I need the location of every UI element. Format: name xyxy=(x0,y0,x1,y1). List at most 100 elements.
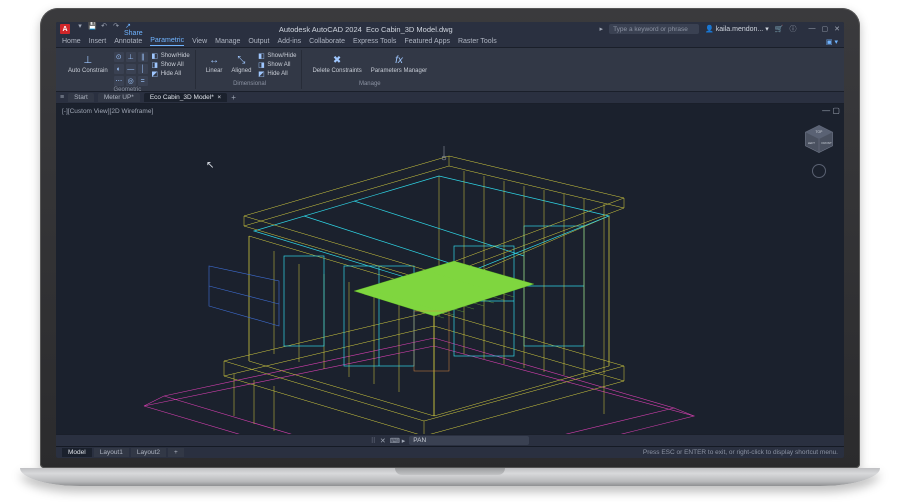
menu-icon[interactable]: ▾ xyxy=(76,22,84,37)
minimize-icon[interactable]: — xyxy=(809,25,816,33)
help-icon[interactable]: ▸ xyxy=(600,25,604,33)
ribbon: ⊥ Auto Constrain ⊙⊥∥ ◐—│ ⋯◎= ◧Show/Hide … xyxy=(56,48,844,92)
dim-showhide-button[interactable]: ◧Show/Hide xyxy=(257,52,296,60)
laptop-base xyxy=(20,468,880,486)
dim-hideall-button[interactable]: ◩Hide All xyxy=(257,70,296,78)
showall-icon: ◨ xyxy=(151,61,159,69)
new-tab-button[interactable]: + xyxy=(231,93,236,102)
showhide-icon: ◧ xyxy=(151,52,159,60)
delete-constraints-button[interactable]: ✖Delete Constraints xyxy=(309,52,364,76)
user-menu[interactable]: 👤 kaila.mendon... ▾ xyxy=(705,25,769,33)
tab-annotate[interactable]: Annotate xyxy=(114,38,142,45)
tab-view[interactable]: View xyxy=(192,38,207,45)
aligned-button[interactable]: ⤡Aligned xyxy=(228,52,254,76)
tab-manage[interactable]: Manage xyxy=(215,38,240,45)
document-tabs: ≡ Start Meter UP* Eco Cabin_3D Model* × … xyxy=(56,92,844,104)
command-grip-icon[interactable]: ⠿ xyxy=(371,437,376,445)
viewport-minimize-icon[interactable]: — ▢ xyxy=(822,106,840,115)
hideall-icon: ◩ xyxy=(151,70,159,78)
tab-raster-tools[interactable]: Raster Tools xyxy=(458,38,497,45)
layout-tab-1[interactable]: Layout1 xyxy=(94,448,129,457)
horizontal-icon[interactable]: — xyxy=(126,64,136,74)
layout-tab-2[interactable]: Layout2 xyxy=(131,448,166,457)
maximize-icon[interactable]: ▢ xyxy=(822,25,829,33)
undo-icon[interactable]: ↶ xyxy=(100,22,108,37)
doc-tab-active[interactable]: Eco Cabin_3D Model* × xyxy=(144,93,227,102)
laptop-frame: A ▾ 💾 ↶ ↷ ↗ Share Autodesk AutoCAD 2024 … xyxy=(40,8,860,494)
tab-collaborate[interactable]: Collaborate xyxy=(309,38,345,45)
concentric-icon[interactable]: ◎ xyxy=(126,76,136,86)
panel-dimensional: ↔Linear ⤡Aligned ◧Show/Hide ◨Show All ◩H… xyxy=(198,50,303,89)
tab-home[interactable]: Home xyxy=(62,38,81,45)
parameters-manager-button[interactable]: fxParameters Manager xyxy=(368,52,430,76)
tab-overflow-icon[interactable]: ▣ ▾ xyxy=(826,38,838,46)
layout-tabs: Model Layout1 Layout2 + xyxy=(62,448,184,457)
command-line[interactable]: ⠿ ✕ ⌨ ▸ PAN xyxy=(56,434,844,446)
aligned-icon: ⤡ xyxy=(234,53,248,67)
close-command-icon[interactable]: ✕ xyxy=(380,437,386,445)
wireframe-model xyxy=(104,116,744,434)
status-bar: Model Layout1 Layout2 + Press ESC or ENT… xyxy=(56,446,844,458)
command-prompt-icon: ⌨ ▸ xyxy=(390,437,406,445)
svg-text:TOP: TOP xyxy=(816,130,824,134)
tab-output[interactable]: Output xyxy=(248,38,269,45)
redo-icon[interactable]: ↷ xyxy=(112,22,120,37)
constrain-icon: ⊥ xyxy=(81,53,95,67)
add-layout-button[interactable]: + xyxy=(168,448,184,457)
tangent-icon[interactable]: ◐ xyxy=(114,64,124,74)
layout-tab-model[interactable]: Model xyxy=(62,448,92,457)
geo-showhide-button[interactable]: ◧Show/Hide xyxy=(151,52,190,60)
perpendicular-icon[interactable]: ⊥ xyxy=(126,52,136,62)
close-icon[interactable]: ✕ xyxy=(834,25,840,33)
nav-wheel-icon[interactable] xyxy=(812,164,826,178)
ribbon-tabs: Home Insert Annotate Parametric View Man… xyxy=(56,36,844,48)
geo-hideall-button[interactable]: ◩Hide All xyxy=(151,70,190,78)
save-icon[interactable]: 💾 xyxy=(88,22,96,37)
showhide-icon: ◧ xyxy=(257,52,265,60)
title-bar: A ▾ 💾 ↶ ↷ ↗ Share Autodesk AutoCAD 2024 … xyxy=(56,22,844,36)
linear-icon: ↔ xyxy=(207,53,221,67)
screen-bezel: A ▾ 💾 ↶ ↷ ↗ Share Autodesk AutoCAD 2024 … xyxy=(40,8,860,468)
panel-manage: ✖Delete Constraints fxParameters Manager… xyxy=(304,50,435,89)
tab-insert[interactable]: Insert xyxy=(89,38,107,45)
tab-express-tools[interactable]: Express Tools xyxy=(353,38,396,45)
command-input[interactable]: PAN xyxy=(409,436,529,445)
window-controls: — ▢ ✕ xyxy=(809,25,841,33)
viewport-label[interactable]: [-][Custom View][2D Wireframe] xyxy=(62,108,153,115)
vertical-icon[interactable]: │ xyxy=(138,64,148,74)
panel-geometric: ⊥ Auto Constrain ⊙⊥∥ ◐—│ ⋯◎= ◧Show/Hide … xyxy=(60,50,196,89)
auto-constrain-button[interactable]: ⊥ Auto Constrain xyxy=(65,52,111,76)
hideall-icon: ◩ xyxy=(257,70,265,78)
delete-icon: ✖ xyxy=(330,53,344,67)
coincident-icon[interactable]: ⊙ xyxy=(114,52,124,62)
svg-text:FRONT: FRONT xyxy=(822,141,832,145)
collinear-icon[interactable]: ⋯ xyxy=(114,76,124,86)
window-title: Autodesk AutoCAD 2024 Eco Cabin_3D Model… xyxy=(138,25,594,34)
status-hint: Press ESC or ENTER to exit, or right-cli… xyxy=(643,449,838,456)
tab-addins[interactable]: Add-ins xyxy=(277,38,301,45)
equal-icon[interactable]: = xyxy=(138,76,148,86)
viewcube[interactable]: TOP LEFT FRONT xyxy=(802,122,836,156)
app-window: A ▾ 💾 ↶ ↷ ↗ Share Autodesk AutoCAD 2024 … xyxy=(56,22,844,458)
share-button[interactable]: ↗ Share xyxy=(124,22,132,37)
drawing-canvas[interactable]: [-][Custom View][2D Wireframe] — ▢ TOP L… xyxy=(56,104,844,434)
geometric-constraints-grid[interactable]: ⊙⊥∥ ◐—│ ⋯◎= xyxy=(114,52,148,86)
cart-icon[interactable]: 🛒 xyxy=(775,25,784,33)
fx-icon: fx xyxy=(392,53,406,67)
quick-access-toolbar: ▾ 💾 ↶ ↷ ↗ Share xyxy=(76,22,132,37)
panel-label: Dimensional xyxy=(203,80,297,87)
geo-showall-button[interactable]: ◨Show All xyxy=(151,61,190,69)
tab-featured-apps[interactable]: Featured Apps xyxy=(404,38,450,45)
info-icon[interactable]: ⓘ xyxy=(790,24,797,34)
doc-tab-meterup[interactable]: Meter UP* xyxy=(98,93,140,102)
search-input[interactable]: Type a keyword or phrase xyxy=(609,24,699,34)
svg-text:LEFT: LEFT xyxy=(808,141,815,145)
doc-tab-start[interactable]: Start xyxy=(68,93,94,102)
dim-showall-button[interactable]: ◨Show All xyxy=(257,61,296,69)
panel-label: Manage xyxy=(309,80,430,87)
app-logo[interactable]: A xyxy=(60,24,70,34)
parallel-icon[interactable]: ∥ xyxy=(138,52,148,62)
home-icon[interactable]: ≡ xyxy=(60,94,64,101)
tab-parametric[interactable]: Parametric xyxy=(150,37,184,46)
linear-button[interactable]: ↔Linear xyxy=(203,52,226,76)
